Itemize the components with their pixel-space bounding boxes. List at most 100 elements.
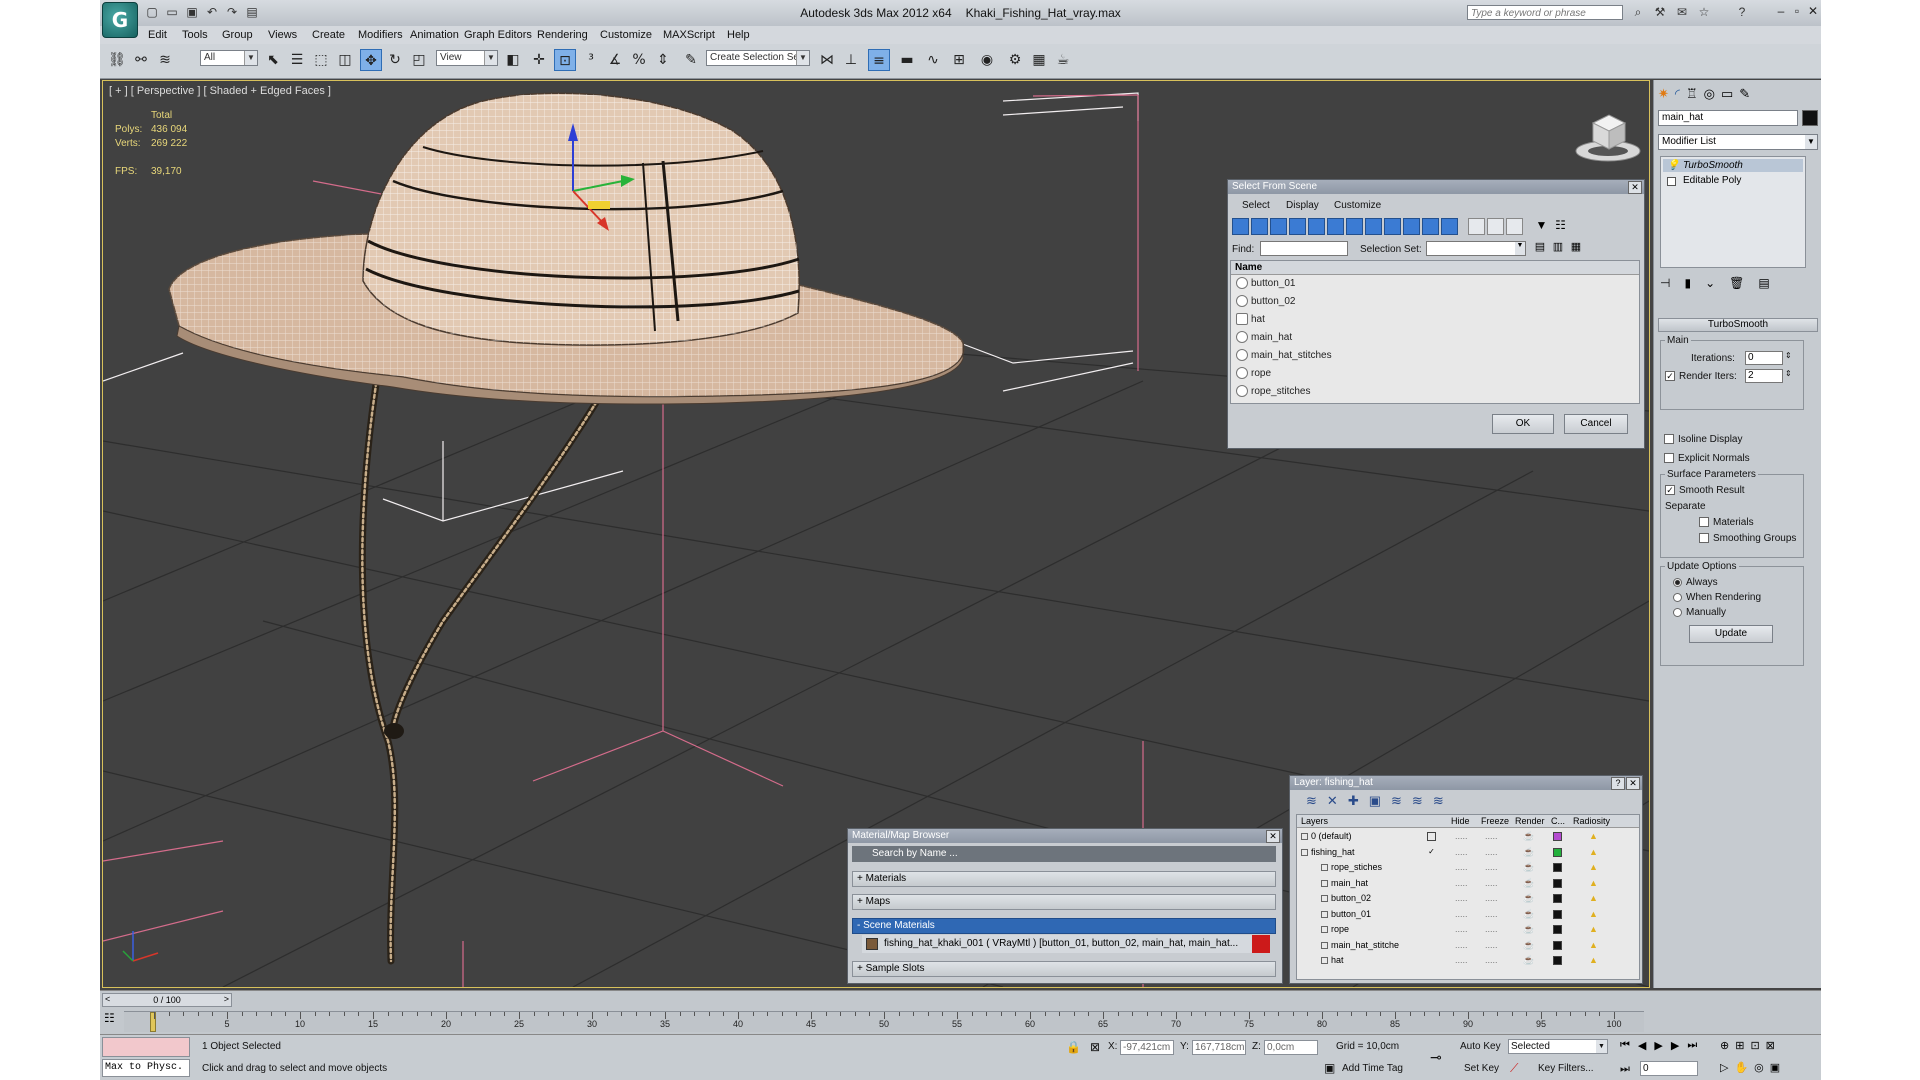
radiosity-icon[interactable]: ▲ [1589, 907, 1598, 922]
layer-row[interactable]: rope_stiches.......... ☕ ▲ [1297, 860, 1639, 875]
layer-row[interactable]: fishing_hat.......... ☕ ▲ ✓ [1297, 845, 1639, 860]
display-invert-icon[interactable] [1506, 218, 1523, 235]
layer-row[interactable]: 0 (default).......... ☕ ▲ [1297, 829, 1639, 844]
freeze-toggle[interactable]: ..... [1485, 953, 1498, 968]
hierarchy-tab-icon[interactable]: ♖ [1686, 86, 1698, 102]
hierarchy-icon[interactable]: ☷ [1552, 218, 1569, 235]
materials-group[interactable]: + Materials [852, 871, 1276, 887]
material-editor-icon[interactable]: ◉ [976, 49, 998, 71]
time-slider-thumb[interactable] [150, 1012, 156, 1032]
material-search-input[interactable]: Search by Name ... [852, 846, 1276, 862]
layer-row[interactable]: main_hat_stitche.......... ☕ ▲ [1297, 938, 1639, 953]
add-set-icon[interactable]: ▥ [1550, 240, 1566, 256]
show-end-result-icon[interactable]: ▮ [1684, 276, 1691, 290]
display-bones-icon[interactable] [1384, 218, 1401, 235]
layer-row[interactable]: rope.......... ☕ ▲ [1297, 922, 1639, 937]
orbit-icon[interactable]: ◎ [1754, 1061, 1764, 1074]
display-containers-icon[interactable] [1403, 218, 1420, 235]
create-set-icon[interactable]: ▤ [1532, 240, 1548, 256]
freeze-toggle[interactable]: ..... [1485, 876, 1498, 891]
menu-help[interactable]: Help [727, 29, 750, 41]
object-name-input[interactable]: main_hat [1658, 110, 1798, 126]
render-teapot-icon[interactable]: ☕ [1523, 891, 1534, 906]
find-input[interactable] [1260, 241, 1348, 256]
configure-modifier-sets-icon[interactable]: ▤ [1758, 276, 1769, 290]
go-to-end-icon[interactable]: ⏭ [1687, 1039, 1697, 1052]
display-spacewarps-icon[interactable] [1327, 218, 1344, 235]
smooth-result-checkbox[interactable]: ✓ Smooth Result [1665, 485, 1745, 496]
slider-next-icon[interactable]: > [224, 994, 229, 1004]
pivot-point-icon[interactable]: ◧ [502, 49, 524, 71]
create-layer-icon[interactable]: ≋ [1306, 793, 1317, 809]
turbosmooth-rollout-title[interactable]: TurboSmooth [1658, 318, 1818, 332]
edit-named-selection-icon[interactable]: ✎ [680, 49, 702, 71]
play-icon[interactable]: ▶ [1654, 1039, 1662, 1052]
menu-rendering[interactable]: Rendering [537, 29, 588, 41]
menu-tools[interactable]: Tools [182, 29, 208, 41]
menu-customize[interactable]: Customize [600, 29, 652, 41]
sfs-menu-select[interactable]: Select [1242, 200, 1270, 211]
materials-checkbox[interactable]: Materials [1699, 517, 1754, 528]
display-frozen-icon[interactable] [1422, 218, 1439, 235]
rect-selection-icon[interactable]: ⬚ [310, 49, 332, 71]
display-none-icon[interactable] [1487, 218, 1504, 235]
render-teapot-icon[interactable]: ☕ [1523, 845, 1534, 860]
remove-modifier-icon[interactable]: 🗑 [1729, 276, 1744, 290]
delete-layer-icon[interactable]: ✕ [1327, 793, 1338, 809]
pan-view-icon[interactable]: ✋ [1734, 1061, 1748, 1074]
col-freeze[interactable]: Freeze [1481, 815, 1509, 827]
layer-color-swatch[interactable] [1553, 832, 1562, 841]
iterations-spinner[interactable]: 0 [1745, 351, 1783, 365]
layer-dialog-title[interactable]: Layer: fishing_hat [1290, 776, 1642, 790]
layer-row[interactable]: button_01.......... ☕ ▲ [1297, 907, 1639, 922]
key-mode-toggle-icon[interactable]: ⏭ [1620, 1063, 1630, 1076]
layer-row[interactable]: button_02.......... ☕ ▲ [1297, 891, 1639, 906]
menu-maxscript[interactable]: MAXScript [663, 29, 715, 41]
layer-color-swatch[interactable] [1553, 863, 1562, 872]
motion-tab-icon[interactable]: ◎ [1704, 86, 1715, 102]
active-layer-check-icon[interactable]: ✓ [1427, 847, 1436, 857]
col-render[interactable]: Render [1515, 815, 1545, 827]
search-input[interactable]: Type a keyword or phrase [1467, 5, 1623, 20]
percent-snap-icon[interactable]: % [628, 49, 650, 71]
radiosity-icon[interactable]: ▲ [1589, 829, 1598, 844]
display-shapes-icon[interactable] [1251, 218, 1268, 235]
display-hidden-icon[interactable] [1441, 218, 1458, 235]
list-item[interactable]: main_hat_stitches [1233, 347, 1635, 365]
zoom-icon[interactable]: ⊕ [1720, 1039, 1729, 1052]
smoothing-groups-checkbox[interactable]: Smoothing Groups [1699, 533, 1796, 544]
previous-frame-icon[interactable]: ◀ [1638, 1039, 1646, 1052]
align-icon[interactable]: ⊥ [840, 49, 862, 71]
explicit-normals-checkbox[interactable]: Explicit Normals [1664, 453, 1750, 464]
freeze-toggle[interactable]: ..... [1485, 845, 1498, 860]
hide-toggle[interactable]: ..... [1455, 829, 1468, 844]
snaps-toggle-icon[interactable]: ³ [580, 49, 602, 71]
selection-filter-dropdown[interactable]: All ▼ [200, 50, 258, 66]
always-radio[interactable]: Always [1673, 577, 1718, 588]
subscription-icon[interactable]: ⚒ [1652, 4, 1668, 20]
z-coordinate-field[interactable]: 0,0cm [1264, 1040, 1318, 1055]
help-icon[interactable]: ? [1734, 4, 1750, 20]
menu-views[interactable]: Views [268, 29, 297, 41]
current-frame-field[interactable]: 0 [1640, 1061, 1698, 1076]
time-tag-icon[interactable]: ▣ [1324, 1061, 1335, 1075]
freeze-toggle[interactable]: ..... [1485, 938, 1498, 953]
help-button[interactable]: ? [1611, 777, 1625, 790]
spinner-arrows-icon[interactable]: ⇕ [1785, 369, 1792, 378]
hide-toggle[interactable]: ..... [1455, 953, 1468, 968]
bind-spacewarp-icon[interactable]: ≋ [154, 49, 176, 71]
freeze-toggle[interactable]: ..... [1485, 891, 1498, 906]
spinner-snap-icon[interactable]: ⇕ [652, 49, 674, 71]
display-tab-icon[interactable]: ▭ [1721, 86, 1733, 102]
layer-color-swatch[interactable] [1553, 925, 1562, 934]
render-teapot-icon[interactable]: ☕ [1523, 953, 1534, 968]
update-button[interactable]: Update [1689, 625, 1773, 643]
render-production-icon[interactable]: ☕ [1052, 49, 1074, 71]
radiosity-icon[interactable]: ▲ [1589, 845, 1598, 860]
close-icon[interactable]: ✕ [1628, 181, 1642, 194]
zoom-extents-all-icon[interactable]: ⊠ [1766, 1039, 1775, 1052]
maps-group[interactable]: + Maps [852, 894, 1276, 910]
field-of-view-icon[interactable]: ▷ [1720, 1061, 1728, 1074]
select-object-icon[interactable]: ⬉ [262, 49, 284, 71]
angle-snap-icon[interactable]: ∡ [604, 49, 626, 71]
